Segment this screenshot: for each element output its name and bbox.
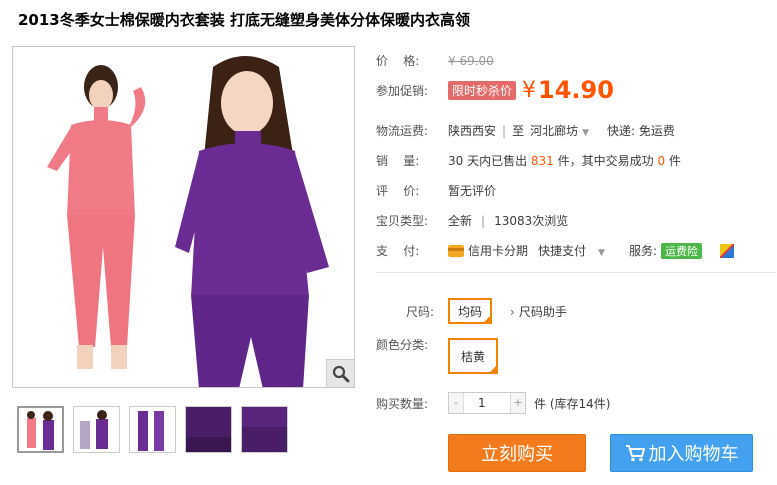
- rating-label: 评 价:: [376, 184, 420, 198]
- ship-from: 陕西西安: [448, 124, 497, 138]
- quantity-input[interactable]: [463, 393, 511, 413]
- size-option-label: 均码: [457, 304, 482, 319]
- color-row: 颜色分类:: [376, 336, 448, 353]
- payment-label: 支 付:: [376, 244, 420, 258]
- sales-mid: 件，其中交易成功: [553, 154, 658, 168]
- original-price-row: 价 格: ¥ 69.00: [376, 52, 494, 69]
- size-option-onesize[interactable]: 均码 ✓: [448, 298, 492, 324]
- quantity-increase-button[interactable]: +: [511, 393, 525, 413]
- color-option-label: 桔黄: [460, 349, 485, 364]
- thumbnail-1[interactable]: [17, 406, 64, 453]
- quick-pay-selector[interactable]: 快捷支付 ▼: [538, 242, 605, 259]
- service-guarantee-icon[interactable]: [720, 243, 734, 258]
- payment-row: 支 付: 信用卡分期 快捷支付 ▼ 服务: 运费险: [376, 242, 734, 259]
- thumbnail-4[interactable]: [185, 406, 232, 453]
- quantity-label: 购买数量:: [376, 396, 429, 411]
- rating-value[interactable]: 暂无评价: [448, 182, 496, 199]
- type-value: 全新: [448, 214, 473, 228]
- buy-now-label: 立刻购买: [481, 444, 553, 465]
- ship-to-selector[interactable]: 河北廊坊 ▼: [530, 122, 589, 139]
- check-icon: ✓: [484, 315, 490, 323]
- success-count: 0: [657, 153, 666, 168]
- buy-now-button[interactable]: 立刻购买: [448, 434, 586, 472]
- sales-count: 831: [530, 153, 554, 168]
- thumbnail-5[interactable]: [241, 406, 288, 453]
- thumbnail-image: [74, 407, 119, 452]
- ship-to: 河北廊坊: [530, 124, 579, 138]
- thumbnail-image: [242, 407, 287, 452]
- type-label: 宝贝类型:: [376, 214, 429, 228]
- caret-down-icon: ▼: [582, 128, 590, 138]
- express-fee: 快递: 免运费: [607, 124, 675, 138]
- views-count: 13083次浏览: [494, 214, 569, 228]
- check-icon: ✓: [490, 365, 496, 373]
- current-price: 14.90: [538, 76, 614, 104]
- credit-installment[interactable]: 信用卡分期: [468, 242, 528, 259]
- thumbnail-3[interactable]: [129, 406, 176, 453]
- service-label: 服务:: [628, 244, 657, 258]
- shipping-insurance-badge[interactable]: 运费险: [661, 242, 702, 259]
- promo-price-row: 参加促销: 限时秒杀价 ¥ 14.90: [376, 76, 614, 104]
- separator: |: [481, 213, 486, 228]
- add-to-cart-button[interactable]: 加入购物车: [610, 434, 753, 472]
- sales-suffix: 件: [665, 154, 681, 168]
- credit-card-icon: [448, 244, 464, 257]
- add-to-cart-label: 加入购物车: [648, 444, 739, 465]
- promo-label: 参加促销:: [376, 83, 429, 98]
- sales-label: 销 量:: [376, 154, 420, 168]
- zoom-button[interactable]: [326, 359, 354, 387]
- rating-row: 评 价: 暂无评价: [376, 182, 496, 199]
- main-product-image[interactable]: [12, 46, 355, 388]
- size-label: 尺码:: [405, 304, 434, 319]
- sales-row: 销 量: 30 天内已售出 831 件，其中交易成功 0 件: [376, 152, 681, 169]
- size-helper-label: 尺码助手: [518, 304, 567, 319]
- color-label: 颜色分类:: [376, 338, 429, 352]
- caret-down-icon: ▼: [598, 248, 605, 258]
- shipping-row: 物流运费: 陕西西安 | 至 河北廊坊 ▼ 快递: 免运费: [376, 122, 675, 139]
- size-helper-link[interactable]: › 尺码助手: [510, 303, 567, 320]
- thumbnail-2[interactable]: [73, 406, 120, 453]
- separator: |: [502, 123, 507, 138]
- product-photo-illustration: [13, 47, 354, 387]
- product-title: 2013冬季女士棉保暖内衣套装 打底无缝塑身美体分体保暖内衣高领: [18, 11, 470, 29]
- quantity-stepper: - +: [448, 392, 526, 414]
- thumbnail-image: [19, 408, 62, 451]
- stock-info: 件 (库存14件): [534, 396, 611, 411]
- currency-symbol: ¥: [522, 77, 537, 103]
- sales-prefix: 30 天内已售出: [448, 154, 531, 168]
- thumbnail-strip: [17, 406, 288, 453]
- quantity-decrease-button[interactable]: -: [449, 393, 463, 413]
- quick-pay: 快捷支付: [538, 244, 587, 258]
- color-options: 桔黄 ✓: [448, 338, 498, 374]
- price-label: 价 格:: [376, 54, 420, 68]
- magnifier-icon: [332, 365, 349, 382]
- color-option-orange[interactable]: 桔黄 ✓: [448, 338, 498, 374]
- ship-to-prefix: 至: [512, 124, 525, 138]
- chevron-right-icon: ›: [510, 304, 515, 319]
- section-divider: [376, 272, 776, 273]
- size-row: 尺码: 均码 ✓ › 尺码助手: [376, 298, 567, 324]
- type-row: 宝贝类型: 全新 | 13083次浏览: [376, 212, 568, 229]
- quantity-row: 购买数量: - + 件 (库存14件): [376, 392, 610, 414]
- thumbnail-image: [130, 407, 175, 452]
- shipping-label: 物流运费:: [376, 124, 429, 138]
- original-price: ¥ 69.00: [448, 53, 494, 68]
- flash-sale-badge: 限时秒杀价: [448, 80, 517, 100]
- thumbnail-image: [186, 407, 231, 452]
- cart-icon: [625, 445, 645, 462]
